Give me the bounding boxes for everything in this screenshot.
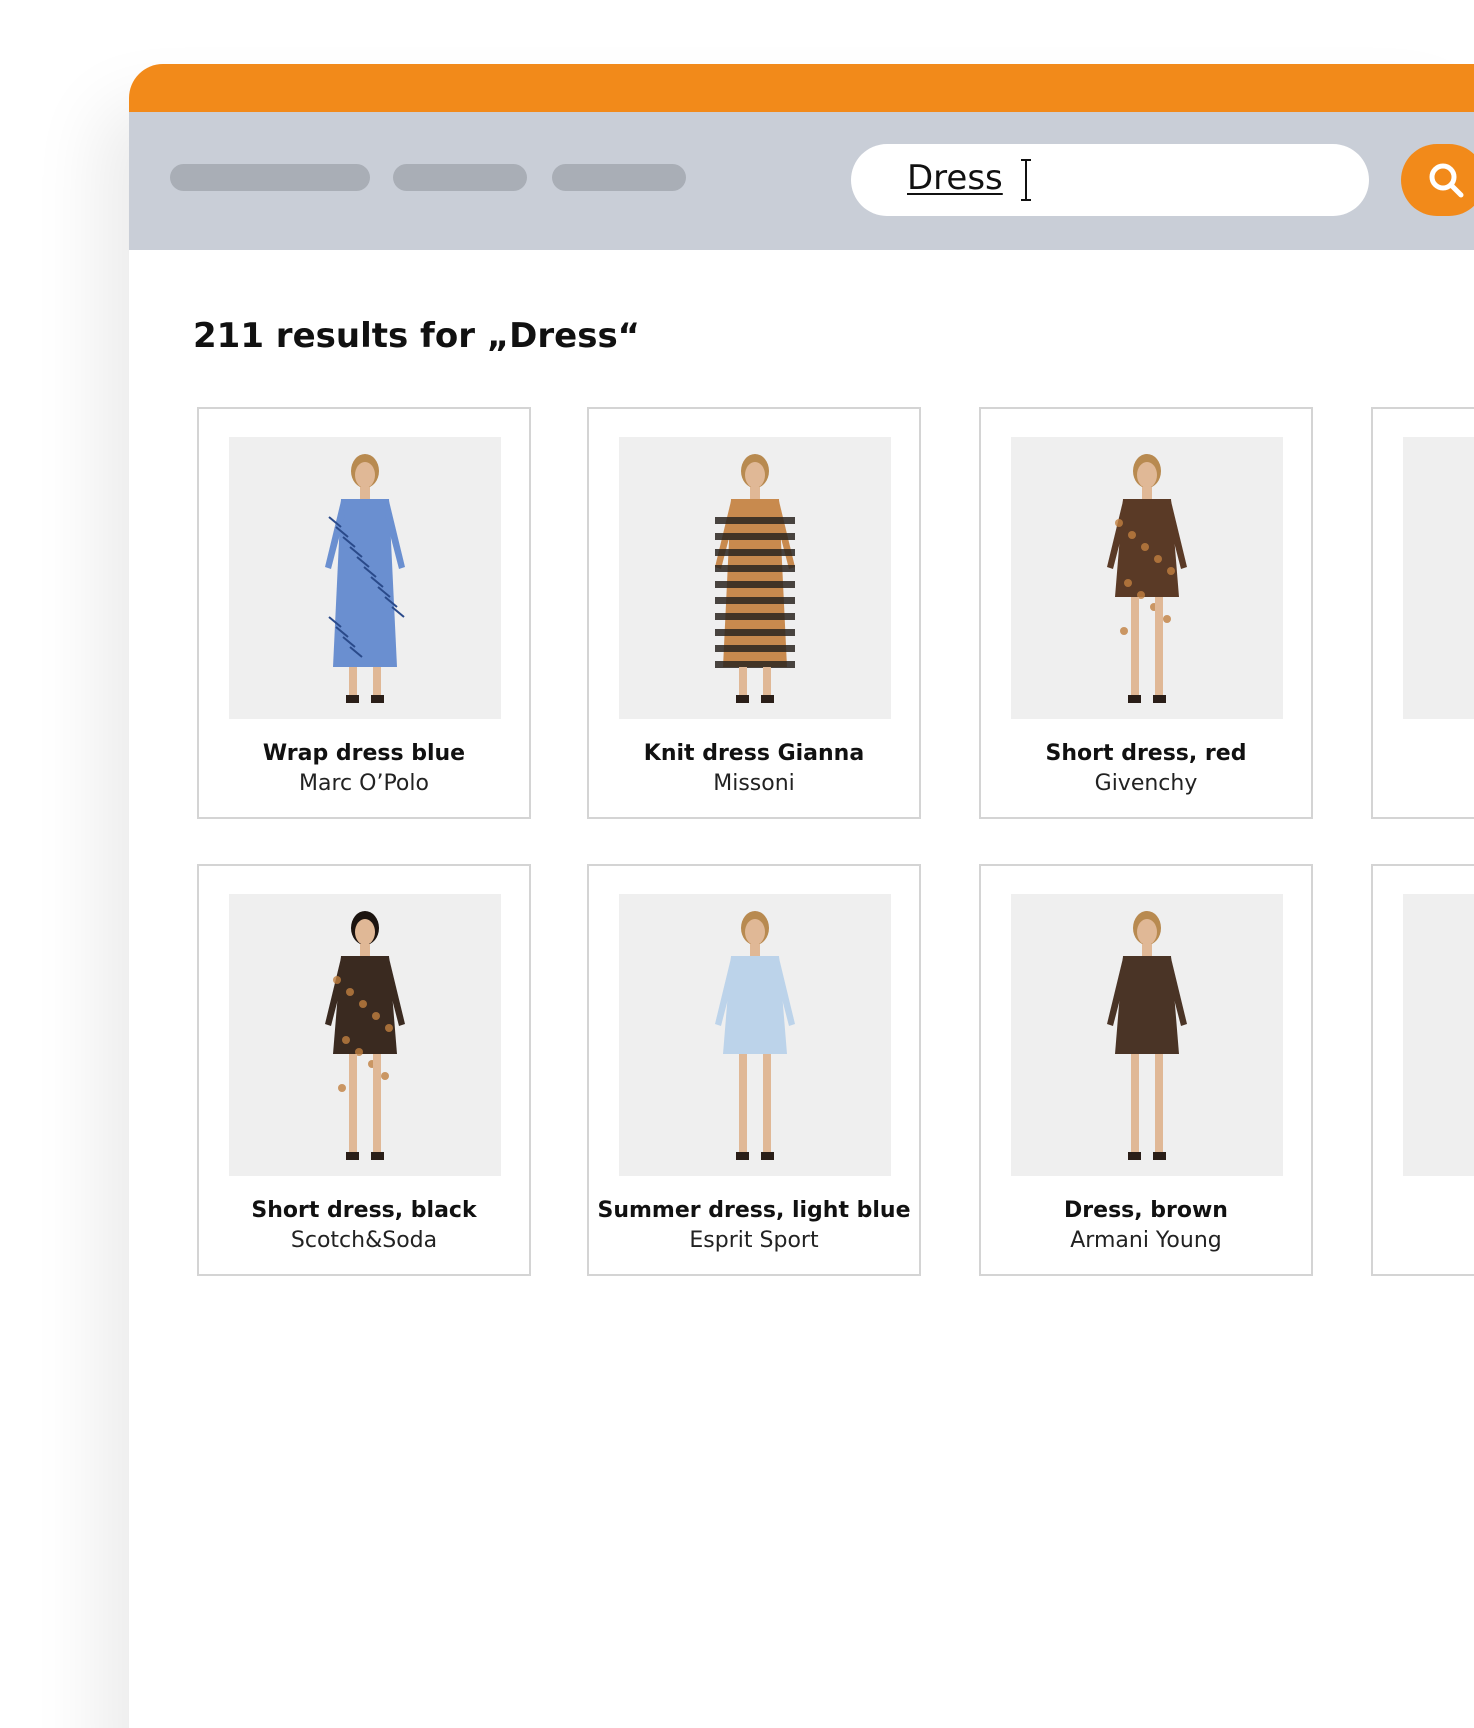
- browser-window: Dress 211 results for „Dress“ Wrap dress…: [129, 64, 1474, 1728]
- browser-toolbar: Dress: [129, 112, 1474, 250]
- product-image[interactable]: [619, 437, 891, 719]
- product-brand: Scotch&Soda: [290, 1228, 438, 1253]
- product-image[interactable]: [1403, 894, 1474, 1176]
- search-button[interactable]: [1401, 144, 1474, 216]
- search-icon: [1429, 163, 1464, 198]
- product-brand: Givenchy: [1094, 771, 1198, 796]
- product-name[interactable]: Wrap dress blue: [199, 741, 529, 766]
- product-image[interactable]: [1011, 437, 1283, 719]
- product-brand: Marc O’Polo: [299, 771, 429, 796]
- product-card[interactable]: [1371, 864, 1474, 1276]
- product-brand: Missoni: [713, 771, 795, 796]
- product-image[interactable]: [1403, 437, 1474, 719]
- product-card[interactable]: [1371, 407, 1474, 819]
- product-card[interactable]: Short dress, red Givenchy: [979, 407, 1313, 819]
- product-name[interactable]: Dress, brown: [981, 1198, 1311, 1223]
- product-card[interactable]: Wrap dress blue Marc O’Polo: [197, 407, 531, 819]
- text-cursor-icon: [1021, 159, 1031, 201]
- product-brand: Esprit Sport: [689, 1228, 819, 1253]
- product-name[interactable]: Short dress, red: [981, 741, 1311, 766]
- browser-title-bar: [129, 64, 1474, 112]
- nav-placeholder-2[interactable]: [393, 164, 527, 191]
- page: Dress 211 results for „Dress“ Wrap dress…: [0, 0, 1474, 1728]
- product-card[interactable]: Summer dress, light blue Esprit Sport: [587, 864, 921, 1276]
- product-name[interactable]: Knit dress Gianna: [589, 741, 919, 766]
- product-card[interactable]: Short dress, black Scotch&Soda: [197, 864, 531, 1276]
- results-heading: 211 results for „Dress“: [193, 316, 641, 356]
- product-name[interactable]: Summer dress, light blue: [589, 1198, 919, 1223]
- product-card[interactable]: Knit dress Gianna Missoni: [587, 407, 921, 819]
- search-input[interactable]: Dress: [851, 144, 1369, 216]
- product-card[interactable]: Dress, brown Armani Young: [979, 864, 1313, 1276]
- nav-placeholder-3[interactable]: [552, 164, 686, 191]
- product-image[interactable]: [1011, 894, 1283, 1176]
- search-input-value[interactable]: Dress: [907, 158, 1003, 198]
- product-name[interactable]: Short dress, black: [199, 1198, 529, 1223]
- product-brand: Armani Young: [1070, 1228, 1222, 1253]
- nav-placeholder-1[interactable]: [170, 164, 370, 191]
- product-image[interactable]: [229, 437, 501, 719]
- product-image[interactable]: [619, 894, 891, 1176]
- product-image[interactable]: [229, 894, 501, 1176]
